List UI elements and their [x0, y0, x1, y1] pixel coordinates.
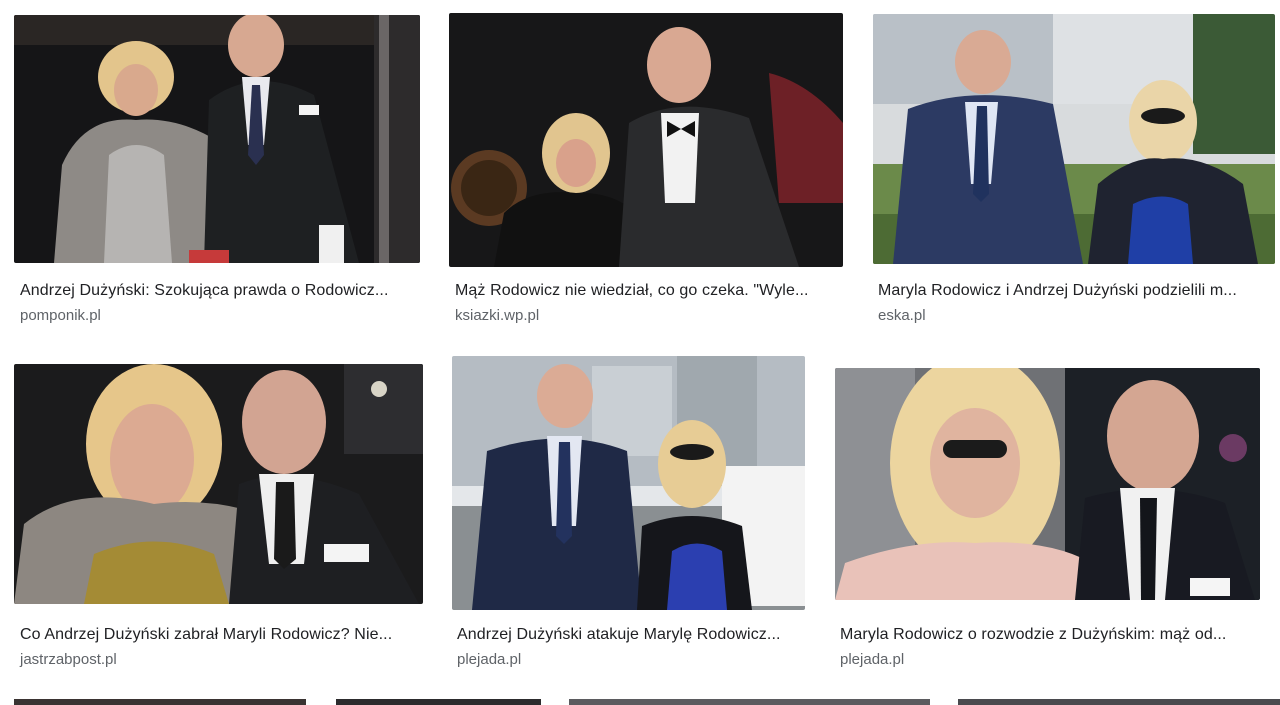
image-results-grid: Andrzej Dużyński: Szokująca prawda o Rod… [0, 0, 1280, 705]
result-source[interactable]: eska.pl [878, 307, 926, 325]
result-thumbnail[interactable] [14, 364, 423, 604]
result-title[interactable]: Maryla Rodowicz o rozwodzie z Dużyńskim:… [840, 625, 1255, 645]
result-thumbnail[interactable] [873, 14, 1275, 264]
result-source[interactable]: pomponik.pl [20, 307, 101, 325]
result-title[interactable]: Maryla Rodowicz i Andrzej Dużyński podzi… [878, 281, 1273, 301]
photo-couple-evening [14, 15, 420, 263]
result-thumbnail-partial[interactable] [14, 699, 306, 705]
photo-couple-closeup [835, 368, 1260, 600]
result-thumbnail[interactable] [835, 368, 1260, 600]
result-source[interactable]: plejada.pl [457, 651, 521, 669]
photo-couple-closeup [14, 364, 423, 604]
result-thumbnail-partial[interactable] [958, 699, 1280, 705]
photo-couple-evening [449, 13, 843, 267]
photo-couple-outdoor [873, 14, 1275, 264]
result-title[interactable]: Mąż Rodowicz nie wiedział, co go czeka. … [455, 281, 845, 301]
result-title[interactable]: Andrzej Dużyński atakuje Marylę Rodowicz… [457, 625, 802, 645]
result-thumbnail-partial[interactable] [569, 699, 930, 705]
result-thumbnail-partial[interactable] [336, 699, 541, 705]
result-title[interactable]: Andrzej Dużyński: Szokująca prawda o Rod… [20, 281, 420, 301]
photo-couple-street [452, 356, 805, 610]
result-source[interactable]: ksiazki.wp.pl [455, 307, 539, 325]
result-thumbnail[interactable] [452, 356, 805, 610]
result-title[interactable]: Co Andrzej Dużyński zabrał Maryli Rodowi… [20, 625, 420, 645]
result-thumbnail[interactable] [14, 15, 420, 263]
result-thumbnail[interactable] [449, 13, 843, 267]
result-source[interactable]: jastrzabpost.pl [20, 651, 117, 669]
result-source[interactable]: plejada.pl [840, 651, 904, 669]
